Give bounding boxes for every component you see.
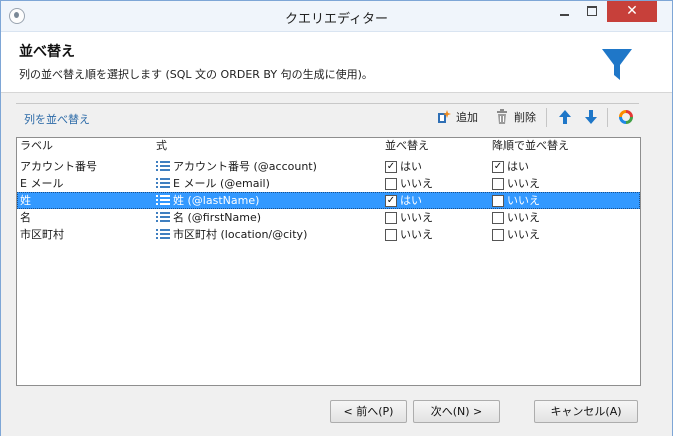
list-icon [156,212,170,223]
row-label: 市区町村 [20,228,64,241]
row-label: 名 [20,211,31,224]
delete-label: 削除 [514,111,536,124]
funnel-icon [602,49,632,80]
move-down-icon[interactable] [583,109,599,125]
descending-cell[interactable]: いいえ [492,193,540,208]
list-icon [156,178,170,189]
toolbar-separator [607,108,608,127]
row-expression: E メール (@email) [156,176,270,191]
descending-checkbox[interactable] [492,194,504,207]
expression-text: 名 (@firstName) [173,211,262,224]
descending-value: いいえ [507,177,540,190]
sort-cell[interactable]: いいえ [385,227,433,242]
table-row[interactable]: 名 名 (@firstName) いいえ いいえ [17,209,640,226]
delete-icon [497,109,507,124]
sort-grid[interactable]: ラベル 式 並べ替え 降順で並べ替え アカウント番号 アカウント番号 (@acc… [16,137,641,386]
row-label: 姓 [20,194,31,207]
descending-checkbox[interactable]: ✓ [492,160,504,173]
add-label: 追加 [456,111,478,124]
sort-cell[interactable]: いいえ [385,210,433,225]
table-row[interactable]: アカウント番号 アカウント番号 (@account) ✓ はい ✓ はい [17,158,640,175]
descending-cell[interactable]: いいえ [492,210,540,225]
sort-cell[interactable]: ✓ はい [385,159,422,174]
row-expression: 市区町村 (location/@city) [156,227,307,242]
step-description: 列の並べ替え順を選択します (SQL 文の ORDER BY 句の生成に使用)。 [19,68,373,81]
row-expression: 名 (@firstName) [156,210,261,225]
add-button[interactable]: 追加 [436,108,478,126]
sort-value: はい [400,194,422,207]
close-icon: ✕ [626,3,638,19]
sort-cell[interactable]: ✓ はい [385,193,422,208]
sort-value: はい [400,160,422,173]
sort-checkbox[interactable]: ✓ [385,160,397,173]
cancel-button[interactable]: キャンセル(A) [534,400,638,423]
sort-value: いいえ [400,228,433,241]
expression-text: アカウント番号 (@account) [173,160,317,173]
sort-checkbox[interactable]: ✓ [385,194,397,207]
list-icon [156,161,170,172]
close-button[interactable]: ✕ [607,1,657,22]
refresh-icon[interactable] [617,108,635,126]
descending-cell[interactable]: いいえ [492,227,540,242]
sort-checkbox[interactable] [385,211,397,224]
descending-value: いいえ [507,228,540,241]
toolbar-separator [546,108,547,127]
column-header-expression[interactable]: 式 [156,138,167,154]
descending-checkbox[interactable] [492,211,504,224]
sort-cell[interactable]: いいえ [385,176,433,191]
descending-cell[interactable]: いいえ [492,176,540,191]
section-label: 列を並べ替え [24,113,90,126]
column-header-descending[interactable]: 降順で並べ替え [492,138,569,154]
descending-value: いいえ [507,211,540,224]
column-header-label[interactable]: ラベル [20,138,53,154]
maximize-button[interactable] [579,1,605,22]
previous-button[interactable]: < 前へ(P) [330,400,407,423]
delete-button[interactable]: 削除 [494,108,536,126]
table-row[interactable]: E メール E メール (@email) いいえ いいえ [17,175,640,192]
step-header: 並べ替え 列の並べ替え順を選択します (SQL 文の ORDER BY 句の生成… [1,32,672,91]
next-button[interactable]: 次へ(N) > [413,400,500,423]
sort-checkbox[interactable] [385,177,397,190]
table-row[interactable]: 姓 姓 (@lastName) ✓ はい いいえ [17,192,640,209]
row-expression: 姓 (@lastName) [156,193,259,208]
sort-toolbar: 列を並べ替え 追加 削除 [16,103,639,130]
title-bar[interactable]: クエリエディター ✕ [1,1,672,32]
descending-checkbox[interactable] [492,177,504,190]
step-title: 並べ替え [19,44,75,60]
descending-value: いいえ [507,194,540,207]
sort-checkbox[interactable] [385,228,397,241]
row-label: E メール [20,177,64,190]
row-label: アカウント番号 [20,160,97,173]
expression-text: 市区町村 (location/@city) [173,228,308,241]
minimize-button[interactable] [551,1,577,22]
row-expression: アカウント番号 (@account) [156,159,317,174]
descending-cell[interactable]: ✓ はい [492,159,529,174]
sort-value: いいえ [400,177,433,190]
descending-value: はい [507,160,529,173]
descending-checkbox[interactable] [492,228,504,241]
add-icon [438,110,451,123]
sort-value: いいえ [400,211,433,224]
expression-text: 姓 (@lastName) [173,194,260,207]
table-row[interactable]: 市区町村 市区町村 (location/@city) いいえ いいえ [17,226,640,243]
expression-text: E メール (@email) [173,177,270,190]
list-icon [156,195,170,206]
list-icon [156,229,170,240]
move-up-icon[interactable] [557,109,573,125]
column-header-sort[interactable]: 並べ替え [385,138,429,154]
